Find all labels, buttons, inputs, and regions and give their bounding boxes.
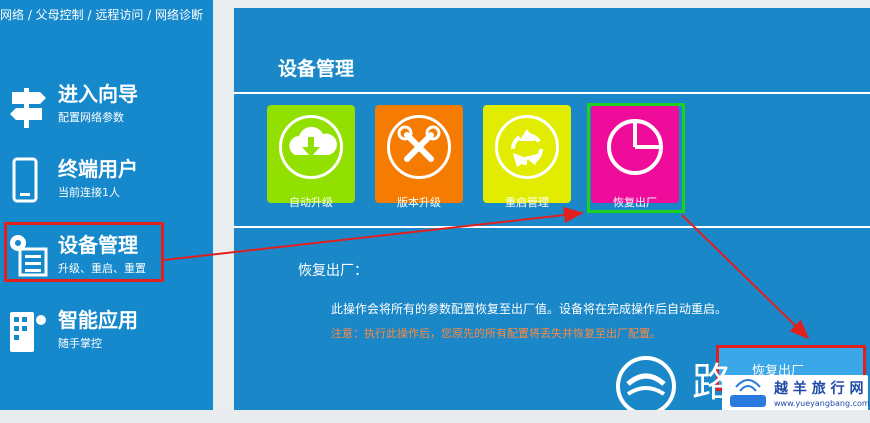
tile-reboot-management[interactable]: 重启管理 <box>483 105 571 209</box>
sidebar-item-smart-apps[interactable]: 智能应用 随手掌控 <box>0 304 213 374</box>
tile-factory-reset[interactable]: 恢复出厂 <box>591 105 679 209</box>
tile-label: 自动升级 <box>289 196 333 209</box>
divider <box>234 226 870 228</box>
sidebar-item-label: 设备管理 <box>58 233 138 257</box>
tile-label: 恢复出厂 <box>613 196 657 209</box>
signpost-icon <box>10 88 46 128</box>
wrench-icon <box>397 125 441 162</box>
sidebar-item-label: 进入向导 <box>58 82 138 106</box>
phone-icon <box>12 157 38 203</box>
breadcrumb[interactable]: 网络 / 父母控制 / 远程访问 / 网络诊断 <box>0 6 203 23</box>
main-panel: 设备管理 自动升级 版本升级 重启管理 恢复出厂 恢复出厂： 此操作会将所有的参… <box>234 8 870 410</box>
watermark-site-name: 越 羊 旅 行 网 <box>774 381 864 397</box>
tile-auto-upgrade[interactable]: 自动升级 <box>267 105 355 209</box>
sidebar-item-sub: 当前连接1人 <box>58 186 120 199</box>
tile-label: 版本升级 <box>397 196 441 209</box>
description-text: 此操作会将所有的参数配置恢复至出厂值。设备将在完成操作后自动重启。 <box>331 302 728 316</box>
watermark-site-url: www.yueyangbang.com <box>774 399 870 408</box>
sidebar-item-sub: 升级、重启、重置 <box>58 262 146 275</box>
bottom-strip <box>0 410 870 423</box>
section-label: 恢复出厂： <box>298 263 368 279</box>
sidebar-item-sub: 随手掌控 <box>58 337 102 350</box>
tile-version-upgrade[interactable]: 版本升级 <box>375 105 463 209</box>
watermark-badge: 越 羊 旅 行 网 www.yueyangbang.com <box>722 375 870 413</box>
sidebar-item-label: 智能应用 <box>58 308 138 332</box>
sidebar-item-wizard[interactable]: 进入向导 配置网络参数 <box>0 78 213 148</box>
sidebar-item-device-management[interactable]: 设备管理 升级、重启、重置 <box>0 229 213 299</box>
apps-icon <box>10 312 46 352</box>
sidebar-item-sub: 配置网络参数 <box>58 111 124 124</box>
page-title: 设备管理 <box>278 58 355 80</box>
watermark-logo-icon <box>616 356 676 416</box>
divider <box>234 92 870 94</box>
recycle-icon <box>511 129 543 167</box>
sidebar-item-label: 终端用户 <box>58 157 138 181</box>
warning-note: 注意：执行此操作后，您原先的所有配置将丢失并恢复至出厂配置。 <box>331 327 661 340</box>
sidebar-item-users[interactable]: 终端用户 当前连接1人 <box>0 153 213 223</box>
download-cloud-icon <box>289 126 337 157</box>
pie-chart-icon <box>607 119 663 175</box>
device-settings-icon <box>10 235 48 277</box>
tile-label: 重启管理 <box>505 196 549 209</box>
sidebar: 网络 / 父母控制 / 远程访问 / 网络诊断 进入向导 配置网络参数 终端用户… <box>0 0 213 410</box>
router-icon <box>730 379 766 407</box>
